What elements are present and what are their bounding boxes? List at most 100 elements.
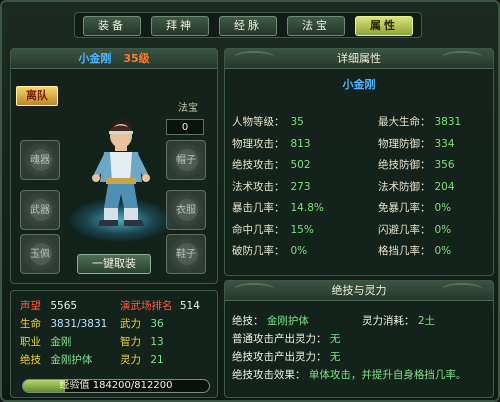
tab-attributes[interactable]: 属性 bbox=[355, 16, 413, 36]
arena-rank-label: 演武场排名 bbox=[120, 300, 173, 312]
skill-name-label: 绝技： bbox=[232, 315, 264, 327]
skill-row: 绝技 金刚护体 bbox=[20, 352, 92, 367]
reputation-label: 声望 bbox=[20, 300, 41, 312]
attr-label: 闪避几率： bbox=[378, 223, 431, 236]
attr-label: 命中几率： bbox=[232, 223, 285, 236]
attr-row-right: 免暴几率： 0% bbox=[378, 200, 451, 215]
tab-treasure[interactable]: 法宝 bbox=[287, 16, 345, 36]
ornament-right bbox=[442, 51, 482, 63]
tab-worship[interactable]: 拜神 bbox=[151, 16, 209, 36]
skill-name-row: 绝技： 金刚护体 bbox=[232, 313, 309, 328]
skill-gen-row: 绝技攻击产出灵力： 无 bbox=[232, 349, 340, 364]
attr-value: 0% bbox=[434, 223, 452, 236]
job-label: 职业 bbox=[20, 336, 41, 348]
tab-meridian[interactable]: 经脉 bbox=[219, 16, 277, 36]
attr-label: 格挡几率： bbox=[378, 245, 431, 257]
skill-gen-value: 无 bbox=[329, 351, 341, 363]
attr-label: 最大生命： bbox=[378, 116, 431, 128]
attr-row-left: 人物等级： 35 bbox=[232, 114, 304, 129]
attr-row-left: 破防几率： 0% bbox=[232, 243, 307, 258]
attr-value: 3831 bbox=[434, 116, 462, 128]
attr-value: 35 bbox=[290, 116, 304, 128]
normal-gen-row: 普通攻击产出灵力： 无 bbox=[232, 331, 340, 346]
ornament-left bbox=[234, 51, 274, 63]
attr-value: 334 bbox=[434, 137, 455, 150]
spirit-cost-value: 2土 bbox=[417, 315, 436, 327]
skill-name-value: 金刚护体 bbox=[266, 315, 309, 327]
attr-row-left: 命中几率： 15% bbox=[232, 222, 314, 237]
attr-value: 502 bbox=[290, 159, 311, 171]
force-value: 36 bbox=[150, 318, 164, 330]
intelligence-label: 智力 bbox=[120, 336, 141, 348]
skill-effect-row: 绝技攻击效果： 单体攻击，并提升自身格挡几率。 bbox=[232, 367, 466, 382]
force-row: 武力 36 bbox=[120, 316, 164, 331]
hp-value: 3831/3831 bbox=[50, 318, 108, 330]
ornament-right-2 bbox=[442, 283, 482, 295]
force-label: 武力 bbox=[120, 318, 141, 330]
detail-character-name: 小金刚 bbox=[342, 78, 376, 91]
leave-team-button[interactable]: 离队 bbox=[16, 86, 58, 106]
attr-row-right: 闪避几率： 0% bbox=[378, 222, 451, 237]
arena-rank-row: 演武场排名 514 bbox=[120, 298, 200, 313]
job-row: 职业 金刚 bbox=[20, 334, 71, 349]
character-window: 装备 拜神 经脉 法宝 属性 小金刚 35级 离队 法宝 0 魂器 武器 玉佩 帽… bbox=[0, 0, 500, 402]
fabao-value: 0 bbox=[166, 119, 204, 135]
spirit-row: 灵力 21 bbox=[120, 352, 164, 367]
attr-value: 14.8% bbox=[290, 202, 324, 214]
unequip-all-button[interactable]: 一键取装 bbox=[77, 254, 151, 274]
attr-label: 物理防御： bbox=[378, 137, 431, 150]
slot-hat[interactable]: 帽子 bbox=[166, 140, 206, 180]
arena-rank-value: 514 bbox=[179, 300, 200, 312]
attr-row-right: 物理防御： 334 bbox=[378, 136, 455, 151]
attr-label: 法术防御： bbox=[378, 180, 431, 193]
tab-equipment[interactable]: 装备 bbox=[83, 16, 141, 36]
slot-clothes-label: 衣服 bbox=[176, 205, 196, 216]
slot-jade-label: 玉佩 bbox=[30, 249, 50, 260]
slot-hunqi[interactable]: 魂器 bbox=[20, 140, 60, 180]
intelligence-value: 13 bbox=[150, 336, 164, 348]
attr-row-right: 绝技防御： 356 bbox=[378, 157, 455, 172]
character-level: 35级 bbox=[123, 52, 150, 65]
attr-label: 物理攻击： bbox=[232, 137, 285, 150]
attr-row-right: 最大生命： 3831 bbox=[378, 114, 461, 129]
slot-clothes[interactable]: 衣服 bbox=[166, 190, 206, 230]
reputation-value: 5565 bbox=[50, 300, 78, 312]
attr-value: 0% bbox=[290, 245, 308, 257]
attr-value: 15% bbox=[290, 223, 314, 236]
normal-gen-label: 普通攻击产出灵力： bbox=[232, 333, 327, 345]
attr-label: 法术攻击： bbox=[232, 180, 285, 193]
slot-shoes[interactable]: 鞋子 bbox=[166, 234, 206, 274]
slot-weapon-label: 武器 bbox=[30, 205, 50, 216]
spirit-label: 灵力 bbox=[120, 354, 141, 366]
skill-effect-label: 绝技攻击效果： bbox=[232, 369, 306, 381]
slot-weapon[interactable]: 武器 bbox=[20, 190, 60, 230]
slot-jade[interactable]: 玉佩 bbox=[20, 234, 60, 274]
attr-value: 356 bbox=[434, 159, 455, 171]
character-name: 小金刚 bbox=[78, 52, 112, 65]
attr-row-right: 格挡几率： 0% bbox=[378, 243, 451, 258]
skill-gen-label: 绝技攻击产出灵力： bbox=[232, 351, 327, 363]
xp-bar: 经验值 184200/812200 bbox=[22, 379, 210, 393]
reputation-row: 声望 5565 bbox=[20, 298, 77, 313]
spirit-cost-label: 灵力消耗： bbox=[362, 315, 415, 327]
hp-row: 生命 3831/3831 bbox=[20, 316, 107, 331]
intelligence-row: 智力 13 bbox=[120, 334, 164, 349]
attr-row-left: 物理攻击： 813 bbox=[232, 136, 311, 151]
attr-row-left: 暴击几率： 14.8% bbox=[232, 200, 324, 215]
tab-bar: 装备 拜神 经脉 法宝 属性 bbox=[74, 12, 422, 38]
slot-shoes-label: 鞋子 bbox=[176, 249, 196, 260]
hp-label: 生命 bbox=[20, 318, 41, 330]
attr-value: 0% bbox=[434, 245, 452, 257]
attr-row-left: 绝技攻击： 502 bbox=[232, 157, 311, 172]
attr-label: 绝技防御： bbox=[378, 159, 431, 171]
attr-label: 破防几率： bbox=[232, 245, 285, 257]
attr-label: 人物等级： bbox=[232, 116, 285, 128]
attr-row-right: 法术防御： 204 bbox=[378, 179, 455, 194]
attr-label: 暴击几率： bbox=[232, 202, 285, 214]
skill-label: 绝技 bbox=[20, 354, 41, 366]
attr-value: 273 bbox=[290, 180, 311, 193]
slot-hunqi-label: 魂器 bbox=[30, 155, 50, 166]
attr-label: 绝技攻击： bbox=[232, 159, 285, 171]
skill-effect-value: 单体攻击，并提升自身格挡几率。 bbox=[308, 369, 467, 381]
ornament-left-2 bbox=[234, 283, 274, 295]
